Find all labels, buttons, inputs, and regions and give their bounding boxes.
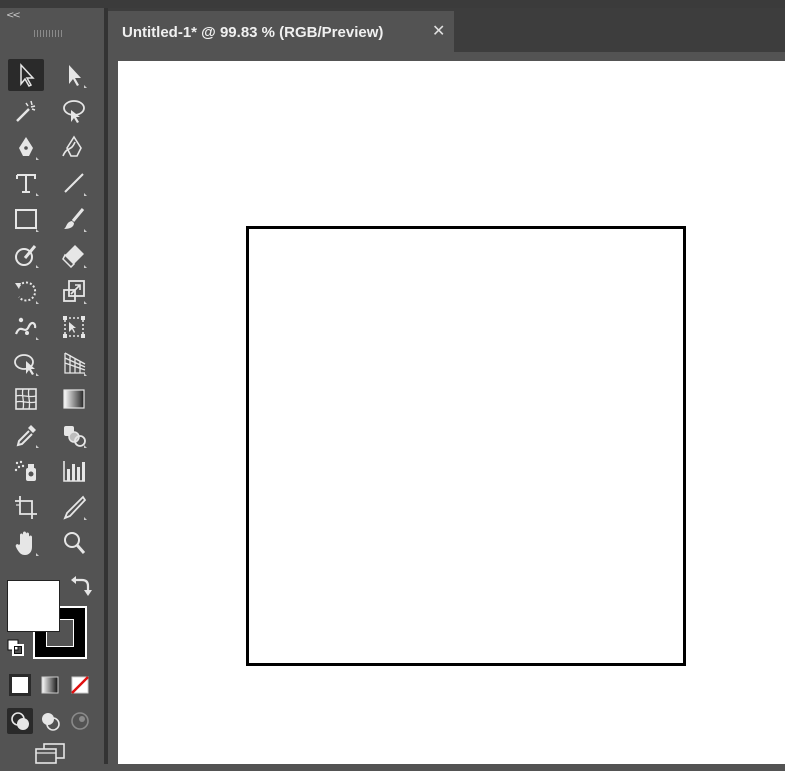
gradient-mode-button[interactable] bbox=[37, 672, 63, 698]
square-shape[interactable] bbox=[246, 226, 686, 666]
shape-builder-tool[interactable] bbox=[8, 347, 44, 379]
paintbrush-icon bbox=[64, 208, 87, 232]
fill-color-swatch[interactable] bbox=[7, 580, 60, 632]
shape-builder-icon bbox=[14, 354, 39, 376]
lasso-icon bbox=[63, 100, 85, 123]
screen-mode-icon bbox=[35, 743, 65, 764]
pen-icon bbox=[19, 137, 39, 160]
column-graph-tool[interactable] bbox=[56, 455, 92, 487]
artboard[interactable] bbox=[118, 61, 785, 764]
rectangle-tool[interactable] bbox=[8, 203, 44, 235]
swap-fill-stroke-button[interactable] bbox=[68, 572, 94, 598]
column-graph-icon bbox=[63, 461, 85, 482]
scale-tool[interactable] bbox=[56, 275, 92, 307]
none-swatch-icon bbox=[71, 676, 89, 694]
puppet-warp-tool[interactable] bbox=[8, 311, 44, 343]
magic-wand-tool[interactable] bbox=[8, 95, 44, 127]
blend-tool[interactable] bbox=[56, 419, 92, 451]
selection-tool[interactable] bbox=[8, 59, 44, 91]
eyedropper-icon bbox=[16, 425, 39, 448]
slice-icon bbox=[63, 495, 87, 520]
canvas-area[interactable] bbox=[108, 52, 785, 764]
collapse-panel-button[interactable]: << bbox=[6, 10, 21, 21]
solid-color-icon bbox=[9, 674, 31, 696]
draw-normal-button[interactable] bbox=[7, 708, 33, 734]
none-mode-button[interactable] bbox=[67, 672, 93, 698]
perspective-grid-tool[interactable] bbox=[56, 347, 92, 379]
tools-panel: << bbox=[0, 8, 104, 764]
lasso-tool[interactable] bbox=[56, 95, 92, 127]
panel-grip-handle[interactable] bbox=[34, 30, 64, 37]
rotate-tool[interactable] bbox=[8, 275, 44, 307]
paintbrush-tool[interactable] bbox=[56, 203, 92, 235]
close-icon[interactable]: ✕ bbox=[432, 21, 445, 40]
shaper-icon bbox=[15, 245, 39, 268]
hand-icon bbox=[15, 531, 39, 556]
type-tool[interactable] bbox=[8, 167, 44, 199]
magic-wand-icon bbox=[16, 100, 36, 122]
free-transform-icon bbox=[63, 316, 85, 338]
document-tab[interactable]: Untitled-1* @ 99.83 % (RGB/Preview) ✕ bbox=[108, 11, 454, 52]
draw-behind-button[interactable] bbox=[37, 708, 63, 734]
perspective-grid-icon bbox=[64, 352, 87, 376]
symbol-sprayer-icon bbox=[14, 460, 36, 481]
curvature-tool[interactable] bbox=[56, 131, 92, 163]
screen-mode-button[interactable] bbox=[34, 740, 68, 766]
rectangle-icon bbox=[15, 209, 39, 232]
swap-arrows-icon bbox=[71, 576, 92, 596]
selection-icon bbox=[20, 63, 35, 87]
eraser-icon bbox=[62, 245, 87, 268]
draw-behind-icon bbox=[42, 713, 60, 731]
hand-tool[interactable] bbox=[8, 527, 44, 559]
draw-inside-button[interactable] bbox=[67, 708, 93, 734]
gradient-swatch-icon bbox=[41, 676, 59, 694]
gradient-icon bbox=[63, 389, 85, 409]
line-segment-tool[interactable] bbox=[56, 167, 92, 199]
artboard-tool[interactable] bbox=[8, 491, 44, 523]
symbol-sprayer-tool[interactable] bbox=[8, 455, 44, 487]
direct-selection-tool[interactable] bbox=[56, 59, 92, 91]
line-icon bbox=[64, 173, 87, 196]
puppet-warp-icon bbox=[14, 317, 39, 340]
app-top-strip bbox=[0, 0, 785, 8]
draw-normal-icon bbox=[11, 712, 29, 730]
shaper-tool[interactable] bbox=[8, 239, 44, 271]
scale-icon bbox=[63, 280, 87, 304]
default-fill-stroke-button[interactable] bbox=[4, 636, 30, 662]
rotate-icon bbox=[15, 281, 39, 304]
eyedropper-tool[interactable] bbox=[8, 419, 44, 451]
blend-icon bbox=[64, 426, 87, 448]
curvature-icon bbox=[62, 135, 82, 157]
zoom-icon bbox=[64, 532, 86, 554]
mesh-tool[interactable] bbox=[8, 383, 44, 415]
default-colors-icon bbox=[7, 639, 24, 656]
mesh-icon bbox=[15, 388, 37, 410]
draw-inside-icon bbox=[71, 712, 89, 730]
document-tab-title: Untitled-1* @ 99.83 % (RGB/Preview) bbox=[122, 24, 384, 41]
pen-tool[interactable] bbox=[8, 131, 44, 163]
zoom-tool[interactable] bbox=[56, 527, 92, 559]
direct-selection-icon bbox=[69, 65, 87, 88]
free-transform-tool[interactable] bbox=[56, 311, 92, 343]
eraser-tool[interactable] bbox=[56, 239, 92, 271]
document-tab-bar: Untitled-1* @ 99.83 % (RGB/Preview) ✕ bbox=[108, 8, 785, 52]
gradient-tool[interactable] bbox=[56, 383, 92, 415]
slice-tool[interactable] bbox=[56, 491, 92, 523]
type-icon bbox=[16, 174, 39, 196]
artboard-icon bbox=[15, 496, 37, 519]
color-mode-button[interactable] bbox=[7, 672, 33, 698]
